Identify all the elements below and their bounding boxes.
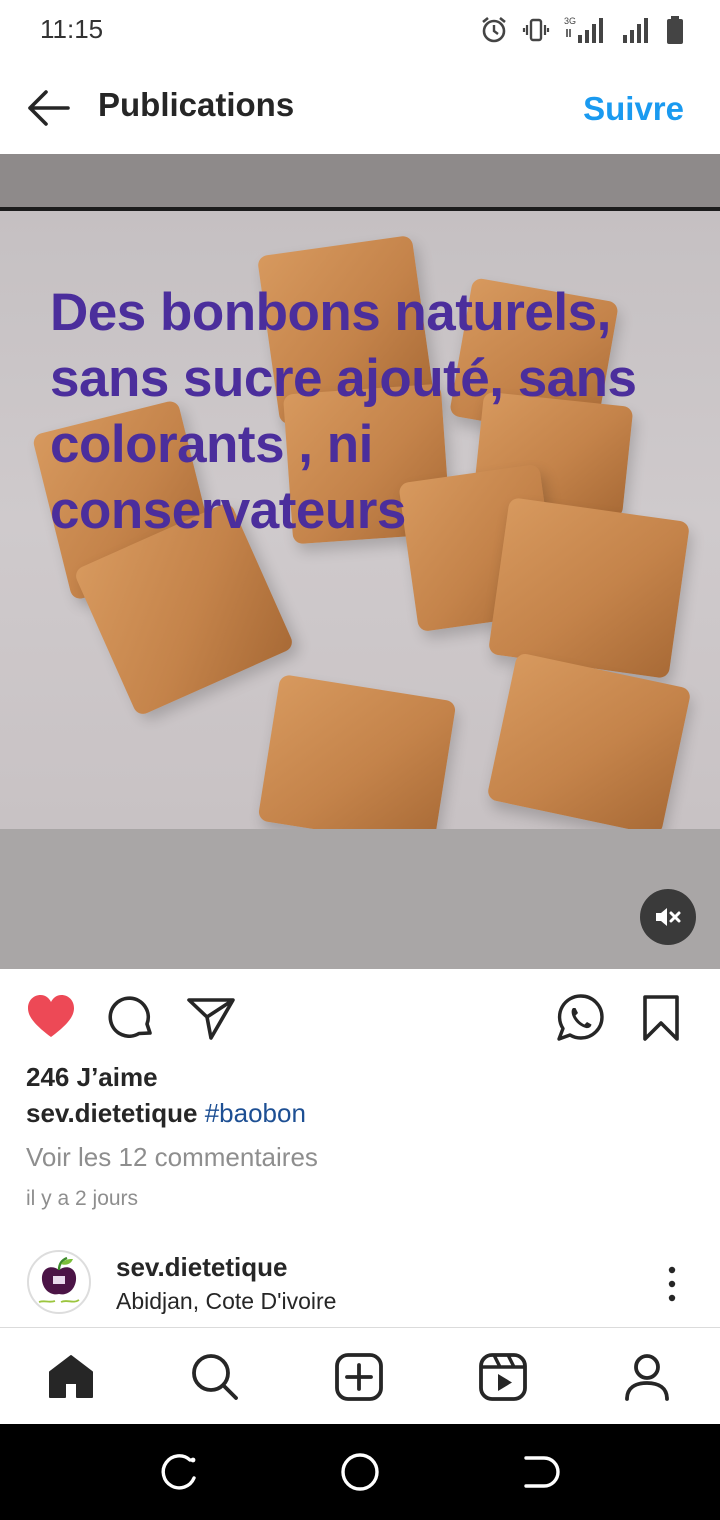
more-options-button[interactable] (656, 1264, 688, 1304)
apple-logo-icon (38, 1256, 80, 1303)
home-circle-icon (341, 1453, 379, 1491)
bookmark-icon (643, 995, 679, 1041)
profile-icon (625, 1354, 669, 1401)
recents-icon (161, 1454, 196, 1490)
share-button[interactable] (186, 993, 236, 1043)
home-icon (49, 1355, 93, 1398)
view-comments-link[interactable]: Voir les 12 commentaires (26, 1142, 318, 1173)
media-letterbox-top (0, 154, 720, 208)
tab-home[interactable] (46, 1352, 96, 1402)
more-vertical-icon (668, 1266, 676, 1302)
next-post-location[interactable]: Abidjan, Cote D'ivoire (116, 1288, 336, 1315)
heart-filled-icon (28, 995, 74, 1037)
recents-button[interactable] (160, 1452, 200, 1492)
next-post-header: sev.dietetique Abidjan, Cote D'ivoire (0, 1240, 720, 1328)
tab-new-post[interactable] (334, 1352, 384, 1402)
search-icon (192, 1354, 238, 1400)
alarm-icon (482, 16, 506, 43)
comment-button[interactable] (106, 993, 156, 1043)
caption-hashtag[interactable]: #baobon (205, 1098, 306, 1128)
tab-profile[interactable] (622, 1352, 672, 1402)
vibrate-icon (522, 18, 550, 42)
avatar[interactable] (27, 1250, 91, 1314)
status-bar: 11:15 3G (0, 0, 720, 60)
paper-plane-icon (187, 998, 235, 1040)
like-button[interactable] (26, 993, 76, 1043)
page-title: Publications (98, 86, 295, 123)
bottom-tab-bar (0, 1327, 720, 1424)
back-icon (524, 1456, 560, 1488)
post-actions (0, 969, 720, 1065)
page-header: Publications Suivre (0, 60, 720, 154)
post-caption: sev.dietetique #baobon (26, 1098, 306, 1129)
signal-3g-icon: 3G (564, 16, 603, 43)
follow-button[interactable]: Suivre (583, 90, 684, 128)
home-button[interactable] (340, 1452, 380, 1492)
next-post-username[interactable]: sev.dietetique (116, 1252, 287, 1283)
tab-reels[interactable] (478, 1352, 528, 1402)
likes-count[interactable]: 246 J’aime (26, 1062, 158, 1093)
signal-icon (623, 18, 648, 43)
volume-muted-icon (656, 908, 681, 926)
caption-username[interactable]: sev.dietetique (26, 1098, 197, 1128)
whatsapp-share-button[interactable] (556, 993, 606, 1043)
tab-search[interactable] (190, 1352, 240, 1402)
comment-bubble-icon (108, 996, 152, 1038)
battery-icon (667, 16, 683, 44)
post-media[interactable]: Des bonbons naturels, sans sucre ajouté,… (0, 154, 720, 969)
whatsapp-icon (557, 994, 604, 1041)
svg-text:3G: 3G (564, 16, 576, 26)
reels-icon (479, 1353, 527, 1401)
system-nav-bar (0, 1424, 720, 1520)
back-button[interactable] (22, 82, 74, 134)
status-time: 11:15 (40, 14, 104, 44)
save-button[interactable] (636, 993, 686, 1043)
arrow-left-icon (28, 90, 70, 126)
video-overlay-text: Des bonbons naturels, sans sucre ajouté,… (50, 283, 637, 540)
mute-toggle[interactable] (640, 889, 696, 945)
back-nav-button[interactable] (520, 1452, 560, 1492)
media-letterbox-bottom (0, 829, 720, 969)
new-post-icon (335, 1353, 383, 1401)
status-icons: 3G (480, 14, 684, 46)
post-timestamp: il y a 2 jours (26, 1187, 139, 1210)
